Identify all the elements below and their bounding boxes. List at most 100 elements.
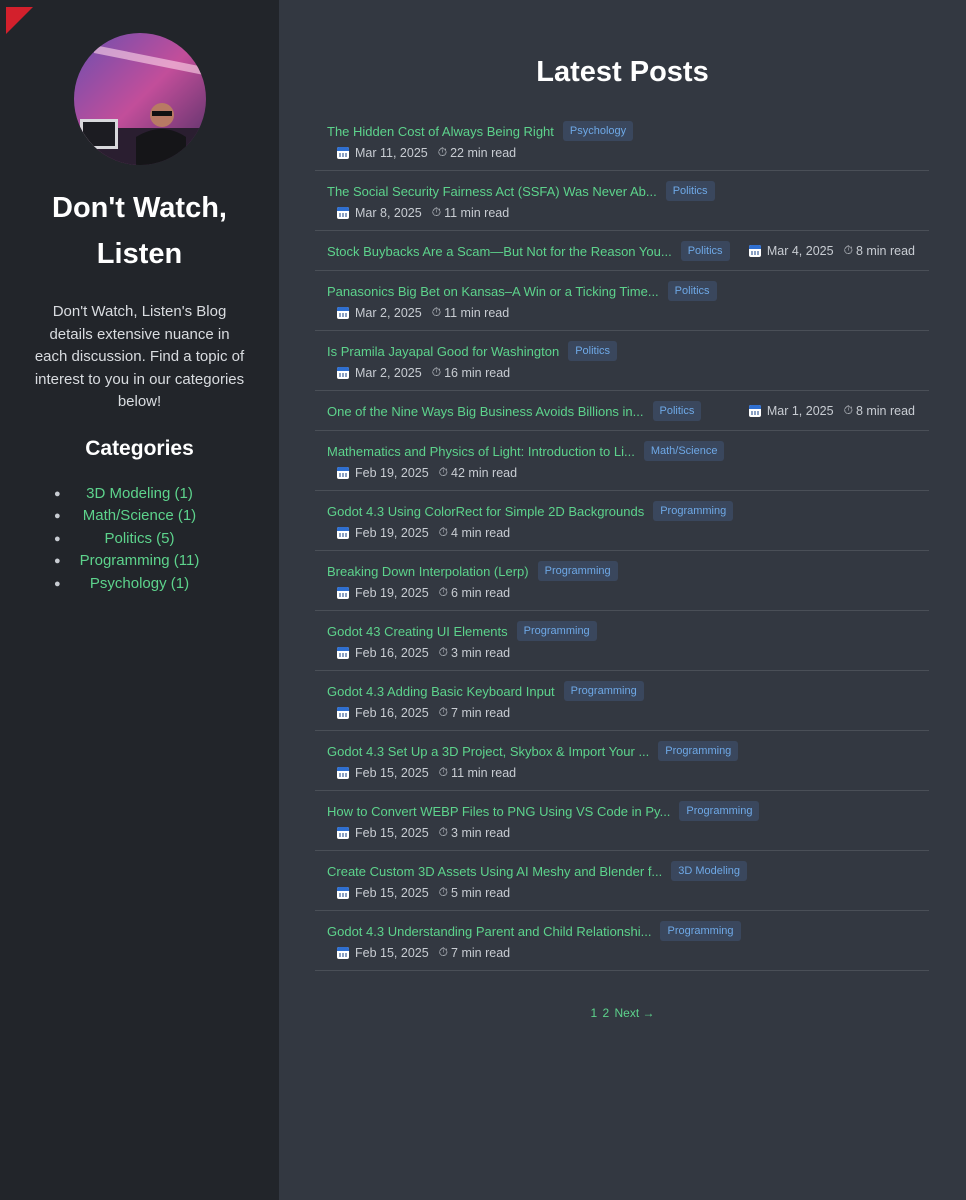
post-meta: Feb 15, 2025 ⏱ 11 min read bbox=[337, 765, 516, 780]
post-tag[interactable]: Politics bbox=[568, 341, 618, 361]
post-tag[interactable]: Programming bbox=[653, 501, 734, 521]
post-title-link[interactable]: Godot 4.3 Using ColorRect for Simple 2D … bbox=[327, 504, 644, 519]
post-title-link[interactable]: How to Convert WEBP Files to PNG Using V… bbox=[327, 804, 670, 819]
post-header: Panasonics Big Bet on Kansas–A Win or a … bbox=[327, 281, 717, 301]
calendar-icon bbox=[337, 306, 349, 319]
post-title-link[interactable]: Create Custom 3D Assets Using AI Meshy a… bbox=[327, 864, 662, 879]
post-header: The Hidden Cost of Always Being Right Psy… bbox=[327, 121, 634, 141]
post-row: Panasonics Big Bet on Kansas–A Win or a … bbox=[315, 271, 929, 331]
category-item: ● 3D Modeling (1) bbox=[0, 483, 279, 506]
post-tag[interactable]: Programming bbox=[563, 681, 644, 701]
post-row: Godot 4.3 Understanding Parent and Child… bbox=[315, 911, 929, 971]
calendar-icon bbox=[337, 706, 349, 719]
post-title-link[interactable]: Godot 4.3 Understanding Parent and Child… bbox=[327, 924, 651, 939]
post-title-link[interactable]: One of the Nine Ways Big Business Avoids… bbox=[327, 404, 644, 419]
post-row: How to Convert WEBP Files to PNG Using V… bbox=[315, 791, 929, 851]
post-header: Is Pramila Jayapal Good for Washington Po… bbox=[327, 341, 618, 361]
avatar bbox=[73, 33, 206, 165]
category-link-programming[interactable]: Programming (11) bbox=[80, 552, 200, 569]
category-item: ● Programming (11) bbox=[0, 550, 279, 573]
page-1-link[interactable]: 1 bbox=[590, 1006, 597, 1020]
post-date: Feb 16, 2025 bbox=[355, 645, 429, 660]
post-tag[interactable]: Politics bbox=[680, 241, 730, 261]
post-title-link[interactable]: Is Pramila Jayapal Good for Washington bbox=[327, 344, 559, 359]
post-row: The Social Security Fairness Act (SSFA) … bbox=[315, 171, 929, 231]
clock-icon: ⏱ bbox=[438, 585, 449, 599]
post-tag[interactable]: Politics bbox=[665, 181, 715, 201]
clock-icon: ⏱ bbox=[437, 145, 448, 159]
post-title-link[interactable]: Breaking Down Interpolation (Lerp) bbox=[327, 564, 529, 579]
post-list: The Hidden Cost of Always Being Right Psy… bbox=[315, 111, 929, 971]
category-link-psychology[interactable]: Psychology (1) bbox=[90, 575, 189, 592]
post-meta: Feb 19, 2025 ⏱ 4 min read bbox=[337, 525, 510, 540]
post-row: Mathematics and Physics of Light: Introd… bbox=[315, 431, 929, 491]
post-meta: Mar 1, 2025 ⏱ 8 min read bbox=[748, 403, 915, 418]
post-tag[interactable]: Programming bbox=[537, 561, 618, 581]
post-tag[interactable]: Programming bbox=[679, 801, 760, 821]
post-tag[interactable]: Programming bbox=[658, 741, 739, 761]
calendar-icon bbox=[337, 526, 349, 539]
post-date: Feb 19, 2025 bbox=[355, 585, 429, 600]
post-tag[interactable]: Psychology bbox=[562, 121, 634, 141]
bullet-icon: ● bbox=[54, 532, 61, 545]
post-meta: Feb 16, 2025 ⏱ 3 min read bbox=[337, 645, 510, 660]
post-tag[interactable]: Programming bbox=[660, 921, 741, 941]
post-title-link[interactable]: Godot 43 Creating UI Elements bbox=[327, 624, 508, 639]
post-row: Breaking Down Interpolation (Lerp) Progra… bbox=[315, 551, 929, 611]
clock-icon: ⏱ bbox=[438, 645, 449, 659]
post-meta: Feb 16, 2025 ⏱ 7 min read bbox=[337, 705, 510, 720]
category-link-3d-modeling[interactable]: 3D Modeling (1) bbox=[86, 485, 193, 502]
post-tag[interactable]: Politics bbox=[667, 281, 717, 301]
clock-icon: ⏱ bbox=[438, 885, 449, 899]
post-read-time: 11 min read bbox=[444, 205, 510, 220]
category-item: ● Math/Science (1) bbox=[0, 505, 279, 528]
post-meta: Mar 4, 2025 ⏱ 8 min read bbox=[748, 243, 915, 258]
page-title: Latest Posts bbox=[536, 56, 709, 88]
post-tag[interactable]: 3D Modeling bbox=[671, 861, 748, 881]
page-2-link[interactable]: 2 bbox=[602, 1006, 609, 1020]
post-title-link[interactable]: Panasonics Big Bet on Kansas–A Win or a … bbox=[327, 284, 659, 299]
post-date: Mar 1, 2025 bbox=[766, 403, 834, 418]
post-title-link[interactable]: The Social Security Fairness Act (SSFA) … bbox=[327, 184, 657, 199]
post-meta: Feb 15, 2025 ⏱ 5 min read bbox=[337, 885, 510, 900]
post-header: How to Convert WEBP Files to PNG Using V… bbox=[327, 801, 760, 821]
next-page-link[interactable]: Next → bbox=[615, 1006, 655, 1020]
clock-icon: ⏱ bbox=[438, 765, 449, 779]
post-date: Mar 2, 2025 bbox=[355, 365, 422, 380]
corner-ribbon bbox=[6, 7, 33, 34]
post-title-link[interactable]: Mathematics and Physics of Light: Introd… bbox=[327, 444, 635, 459]
category-link-math-science[interactable]: Math/Science (1) bbox=[83, 507, 196, 524]
post-read-time: 11 min read bbox=[444, 305, 510, 320]
post-title-link[interactable]: Stock Buybacks Are a Scam—But Not for th… bbox=[327, 244, 672, 259]
post-header: Stock Buybacks Are a Scam—But Not for th… bbox=[327, 241, 730, 261]
post-tag[interactable]: Math/Science bbox=[643, 441, 725, 461]
post-title-link[interactable]: The Hidden Cost of Always Being Right bbox=[327, 124, 554, 139]
post-read-time: 6 min read bbox=[451, 585, 511, 600]
post-row: Godot 4.3 Adding Basic Keyboard Input Pro… bbox=[315, 671, 929, 731]
clock-icon: ⏱ bbox=[438, 465, 449, 479]
categories-heading: Categories bbox=[85, 436, 194, 460]
sidebar: Don't Watch, Listen Don't Watch, Listen'… bbox=[0, 0, 279, 1200]
category-link-politics[interactable]: Politics (5) bbox=[104, 530, 174, 547]
post-read-time: 5 min read bbox=[451, 885, 511, 900]
post-title-link[interactable]: Godot 4.3 Adding Basic Keyboard Input bbox=[327, 684, 555, 699]
post-read-time: 3 min read bbox=[451, 825, 511, 840]
calendar-icon bbox=[337, 766, 349, 779]
post-date: Mar 8, 2025 bbox=[355, 205, 422, 220]
post-read-time: 4 min read bbox=[451, 525, 511, 540]
post-read-time: 16 min read bbox=[444, 365, 511, 380]
clock-icon: ⏱ bbox=[438, 705, 449, 719]
post-tag[interactable]: Politics bbox=[652, 401, 702, 421]
post-row: Godot 4.3 Set Up a 3D Project, Skybox & … bbox=[315, 731, 929, 791]
site-description: Don't Watch, Listen's Blog details exten… bbox=[34, 303, 245, 410]
post-header: Godot 4.3 Set Up a 3D Project, Skybox & … bbox=[327, 741, 739, 761]
bullet-icon: ● bbox=[54, 577, 61, 590]
calendar-icon bbox=[337, 366, 349, 379]
post-header: Mathematics and Physics of Light: Introd… bbox=[327, 441, 725, 461]
post-date: Mar 4, 2025 bbox=[766, 243, 834, 258]
post-read-time: 11 min read bbox=[451, 765, 517, 780]
post-title-link[interactable]: Godot 4.3 Set Up a 3D Project, Skybox & … bbox=[327, 744, 649, 759]
calendar-icon bbox=[748, 404, 761, 417]
post-tag[interactable]: Programming bbox=[516, 621, 597, 641]
post-date: Feb 19, 2025 bbox=[355, 465, 429, 480]
